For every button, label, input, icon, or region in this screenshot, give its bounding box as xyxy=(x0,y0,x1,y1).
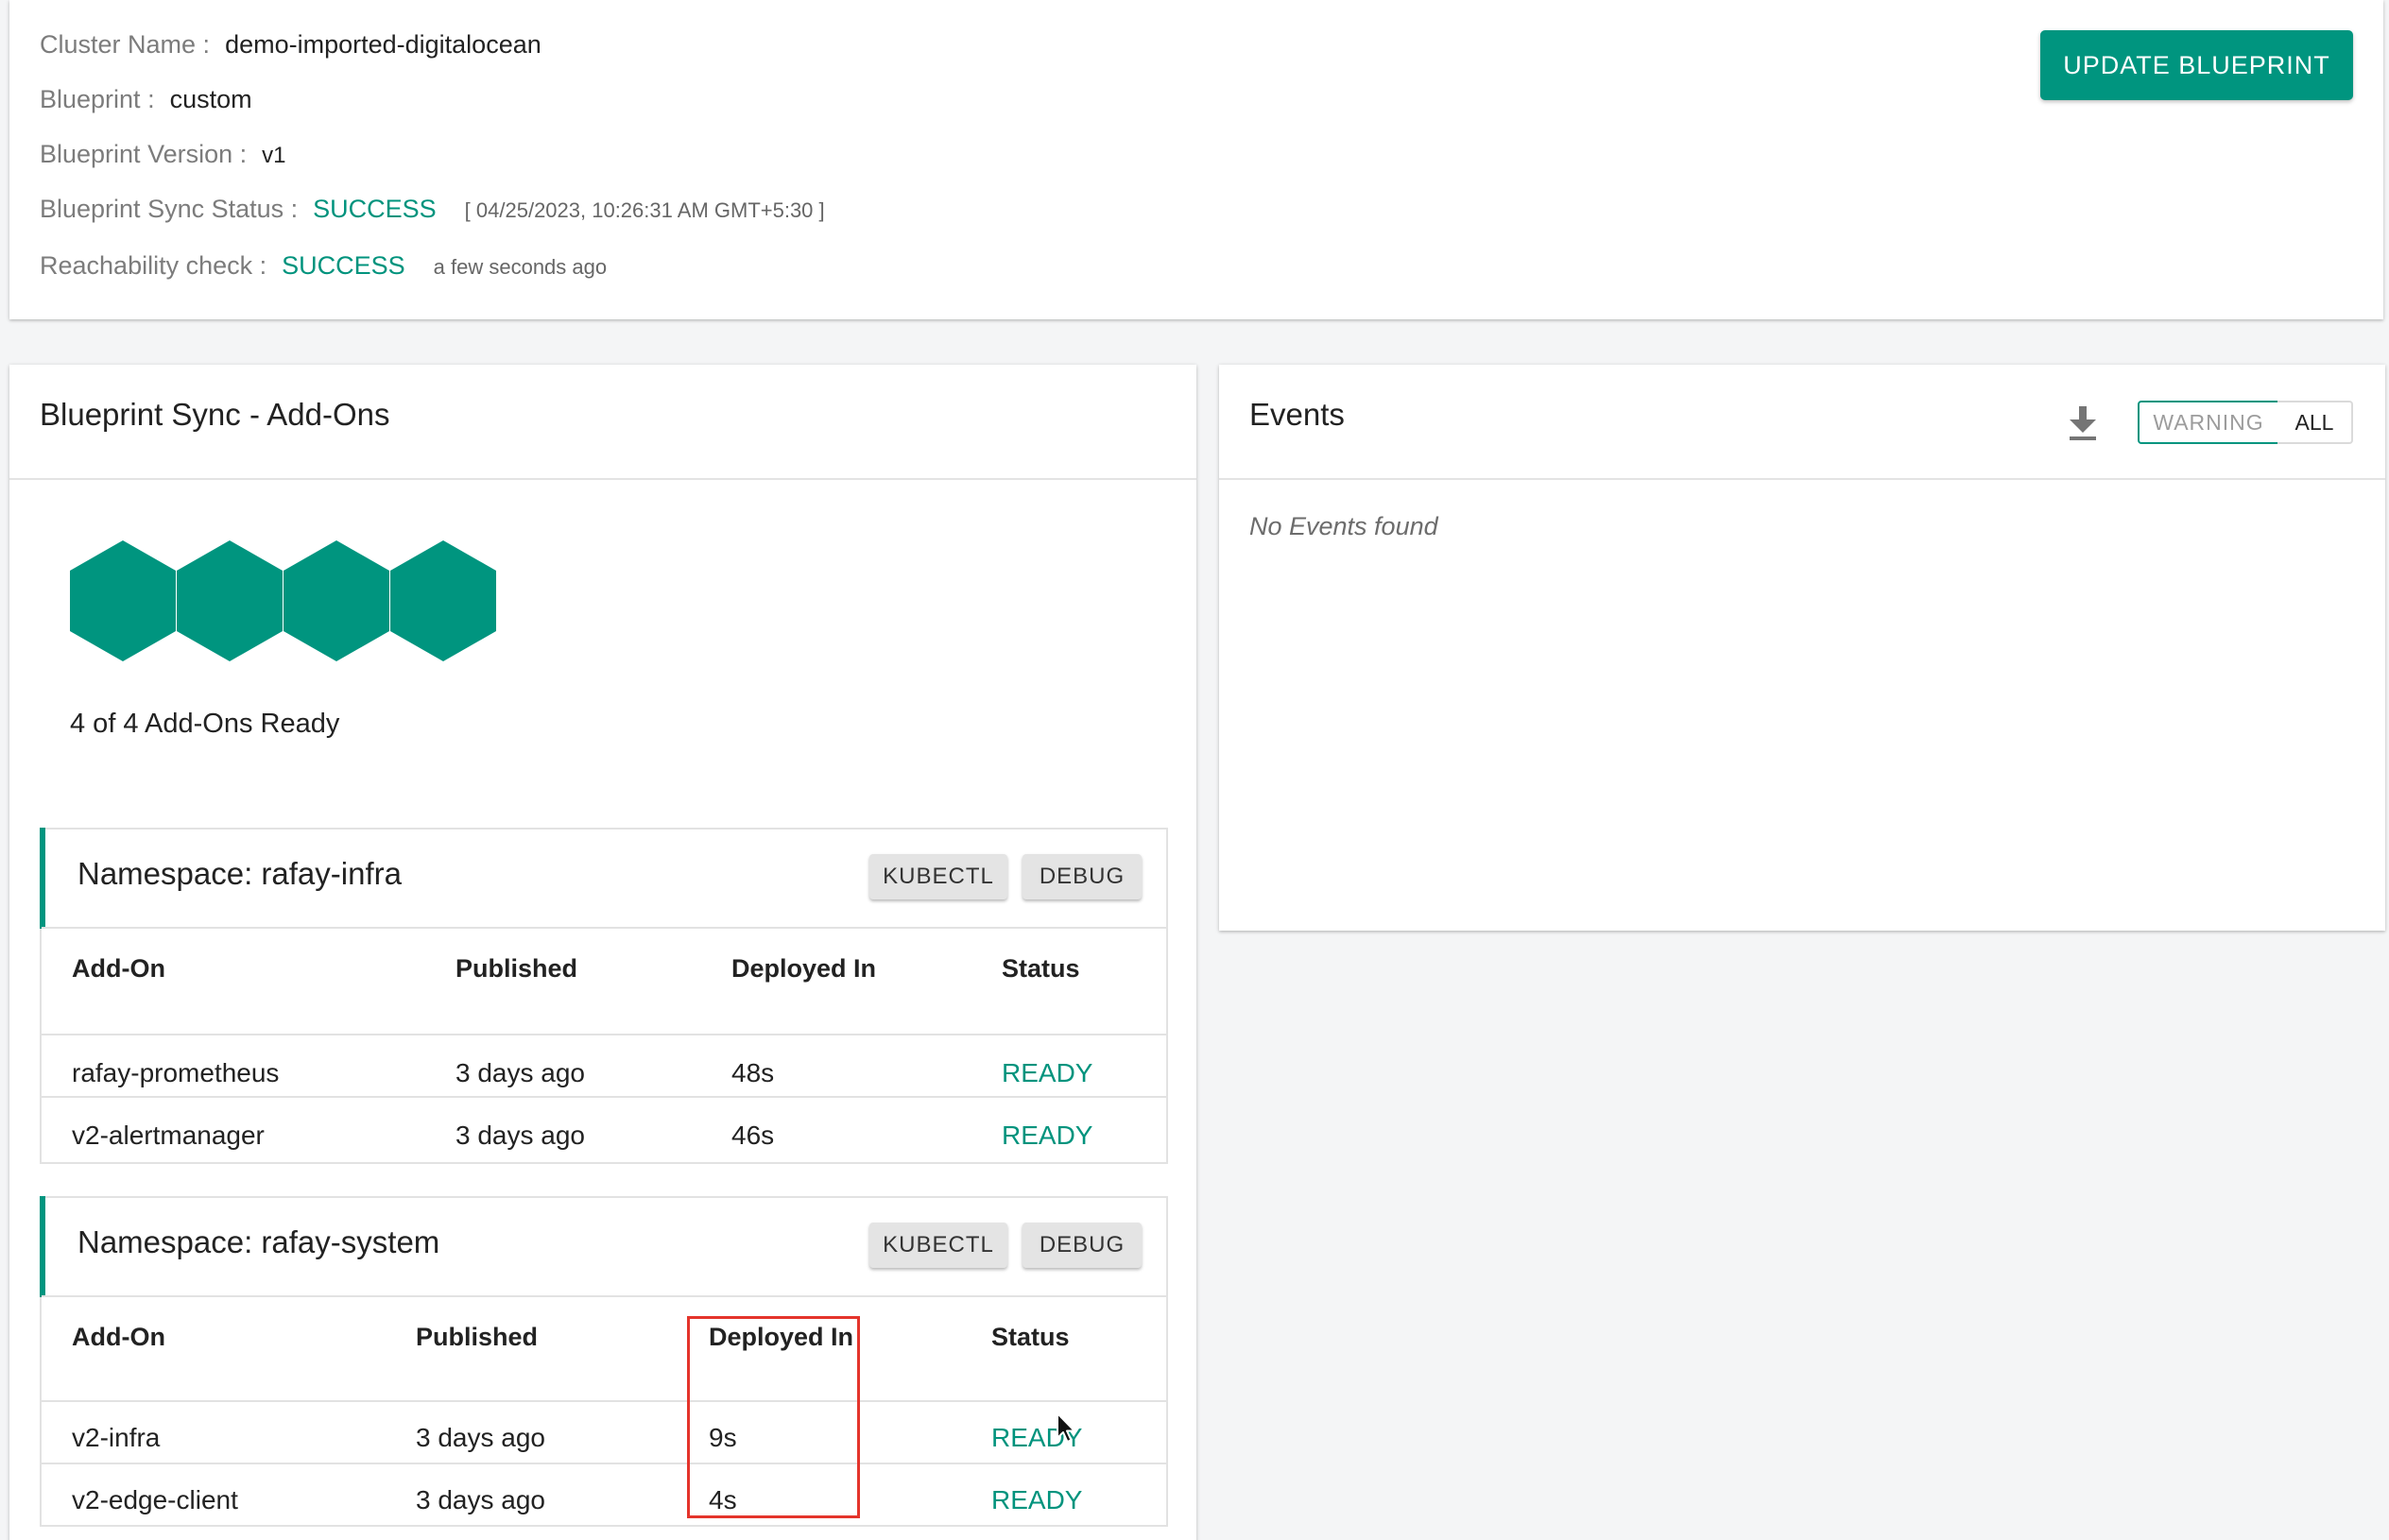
table-row-divider xyxy=(42,1034,1166,1035)
addon-deployed-in: 46s xyxy=(731,1121,775,1150)
addons-title-divider xyxy=(9,478,1196,480)
addon-name: v2-edge-client xyxy=(72,1485,238,1514)
events-title: Events xyxy=(1249,397,1345,432)
addon-name: v2-alertmanager xyxy=(72,1121,265,1150)
column-header-published: Published xyxy=(416,1323,539,1351)
blueprint-label: Blueprint : xyxy=(40,85,155,113)
addon-status: READY xyxy=(1002,1121,1093,1150)
column-header-deployed-in: Deployed In xyxy=(731,954,877,983)
table-row-divider xyxy=(42,1463,1166,1464)
kubectl-button[interactable]: KUBECTL xyxy=(869,854,1007,899)
addon-published: 3 days ago xyxy=(455,1058,585,1087)
addon-name: rafay-prometheus xyxy=(72,1058,280,1087)
reachability-time: a few seconds ago xyxy=(433,255,608,279)
namespace-header-divider xyxy=(42,1295,1166,1297)
column-header-published: Published xyxy=(455,954,578,983)
blueprint-version-value: v1 xyxy=(262,143,286,168)
namespace-title: Namespace: rafay-infra xyxy=(77,856,402,891)
download-icon[interactable] xyxy=(2064,402,2102,444)
addons-ready-summary: 4 of 4 Add-Ons Ready xyxy=(70,709,340,739)
column-header-status: Status xyxy=(1002,954,1080,983)
filter-warning-toggle[interactable]: WARNING xyxy=(2138,401,2279,444)
cluster-name-label: Cluster Name : xyxy=(40,30,211,59)
debug-button[interactable]: DEBUG xyxy=(1023,854,1142,899)
update-blueprint-button[interactable]: UPDATE BLUEPRINT xyxy=(2040,30,2353,100)
blueprint-version-row: Blueprint Version : v1 xyxy=(40,140,285,169)
reachability-label: Reachability check : xyxy=(40,251,267,280)
addon-status: READY xyxy=(1002,1058,1093,1087)
namespace-accent-bar xyxy=(40,1196,45,1297)
blueprint-version-label: Blueprint Version : xyxy=(40,140,248,168)
namespace-title: Namespace: rafay-system xyxy=(77,1224,440,1259)
namespace-panel-rafay-system: Namespace: rafay-system KUBECTL DEBUG Ad… xyxy=(40,1196,1168,1527)
addon-hexagon xyxy=(390,540,496,661)
addons-title: Blueprint Sync - Add-Ons xyxy=(40,397,390,432)
debug-button[interactable]: DEBUG xyxy=(1023,1223,1142,1268)
addon-published: 3 days ago xyxy=(416,1423,545,1452)
namespace-header-divider xyxy=(42,927,1166,929)
sync-status-value: SUCCESS xyxy=(313,195,437,223)
no-events-message: No Events found xyxy=(1249,512,1438,540)
column-header-addon: Add-On xyxy=(72,1323,165,1351)
table-row-divider xyxy=(42,1400,1166,1402)
cluster-name-row: Cluster Name : demo-imported-digitalocea… xyxy=(40,30,541,60)
events-title-divider xyxy=(1219,478,2385,480)
table-row-divider xyxy=(42,1096,1166,1098)
addon-name: v2-infra xyxy=(72,1423,161,1452)
namespace-accent-bar xyxy=(40,828,45,929)
events-card: Events WARNING ALL No Events found xyxy=(1219,365,2385,931)
reachability-row: Reachability check : SUCCESS a few secon… xyxy=(40,251,607,281)
kubectl-button[interactable]: KUBECTL xyxy=(869,1223,1007,1268)
filter-all-toggle[interactable]: ALL xyxy=(2277,401,2353,444)
addon-hexagons xyxy=(70,540,496,661)
addons-card: Blueprint Sync - Add-Ons 4 of 4 Add-Ons … xyxy=(9,365,1196,1540)
addon-deployed-in: 48s xyxy=(731,1058,775,1087)
blueprint-row: Blueprint : custom xyxy=(40,85,252,114)
sync-status-row: Blueprint Sync Status : SUCCESS [ 04/25/… xyxy=(40,195,825,224)
sync-status-label: Blueprint Sync Status : xyxy=(40,195,299,223)
blueprint-value: custom xyxy=(169,85,252,113)
namespace-panel-rafay-infra: Namespace: rafay-infra KUBECTL DEBUG Add… xyxy=(40,828,1168,1164)
mouse-cursor-icon xyxy=(1057,1412,1075,1443)
cluster-name-value: demo-imported-digitalocean xyxy=(225,30,541,59)
addon-hexagon xyxy=(284,540,389,661)
addon-status: READY xyxy=(991,1485,1083,1514)
deployed-in-highlight-box xyxy=(687,1316,860,1518)
addon-hexagon xyxy=(177,540,283,661)
sync-timestamp: [ 04/25/2023, 10:26:31 AM GMT+5:30 ] xyxy=(464,198,825,222)
column-header-addon: Add-On xyxy=(72,954,165,983)
addon-hexagon xyxy=(70,540,176,661)
reachability-status: SUCCESS xyxy=(282,251,405,280)
addon-published: 3 days ago xyxy=(416,1485,545,1514)
column-header-status: Status xyxy=(991,1323,1070,1351)
cluster-info-card: Cluster Name : demo-imported-digitalocea… xyxy=(9,0,2383,319)
addon-published: 3 days ago xyxy=(455,1121,585,1150)
